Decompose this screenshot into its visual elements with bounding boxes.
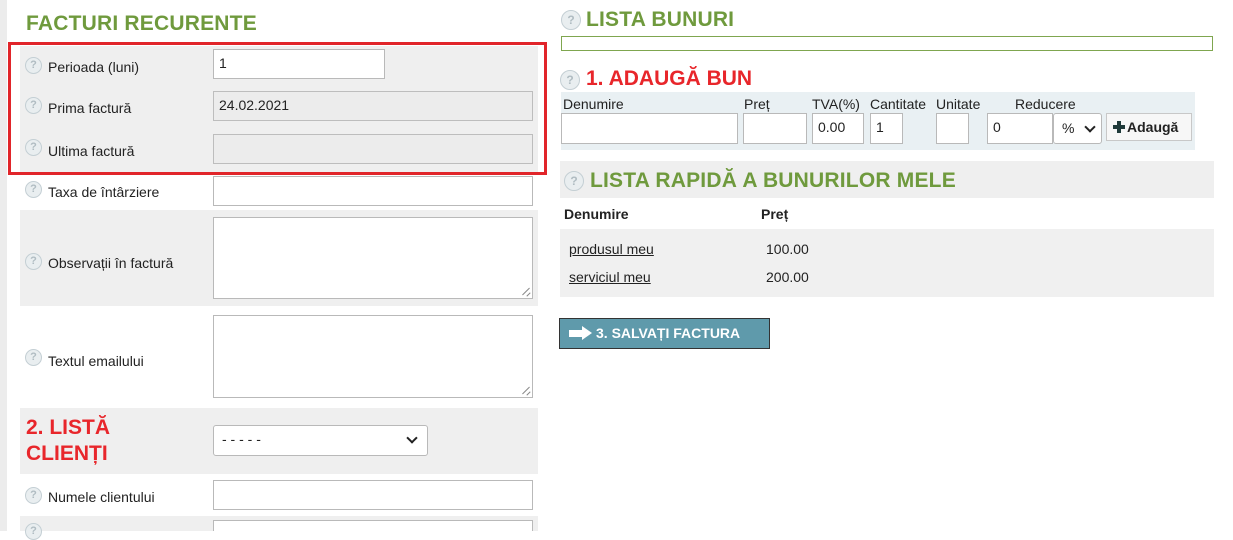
- help-icon[interactable]: ?: [561, 10, 581, 30]
- client-name-input[interactable]: [213, 480, 533, 510]
- good-vat-input[interactable]: 0.00: [812, 113, 864, 144]
- next-input[interactable]: [213, 520, 533, 531]
- discount-type-value: %: [1062, 120, 1075, 136]
- good-name-input[interactable]: [561, 113, 738, 144]
- help-icon[interactable]: ?: [25, 523, 42, 540]
- notes-label: Observații în factură: [48, 255, 174, 271]
- quick-list-title: LISTA RAPIDĂ A BUNURILOR MELE: [590, 169, 956, 192]
- help-icon[interactable]: ?: [564, 171, 584, 191]
- add-good-title: 1. ADAUGĂ BUN: [586, 67, 753, 90]
- clients-title-line2: CLIENȚI: [26, 442, 108, 465]
- resize-grip-icon[interactable]: [521, 386, 530, 395]
- plus-icon: [1113, 121, 1125, 133]
- highlight-box: [8, 42, 547, 175]
- help-icon[interactable]: ?: [560, 70, 580, 90]
- add-good-button[interactable]: Adaugă: [1106, 113, 1192, 141]
- client-select-value: - - - - -: [222, 431, 261, 447]
- goods-list-bar: [561, 36, 1213, 51]
- quick-item-link[interactable]: serviciul meu: [569, 269, 651, 285]
- good-discount-input[interactable]: 0: [987, 113, 1053, 144]
- col-qty-label: Cantitate: [870, 96, 927, 112]
- good-qty-input[interactable]: 1: [870, 113, 903, 144]
- quick-item-price: 200.00: [766, 269, 809, 285]
- arrow-right-icon: [569, 326, 593, 340]
- chevron-down-icon: [406, 432, 418, 444]
- left-edge-bar: [0, 0, 7, 531]
- discount-type-select[interactable]: %: [1053, 113, 1102, 144]
- good-unit-input[interactable]: [936, 113, 969, 144]
- quick-item-price: 100.00: [766, 241, 809, 257]
- save-invoice-button[interactable]: 3. SALVAȚI FACTURA: [559, 318, 770, 349]
- resize-grip-icon[interactable]: [521, 287, 530, 296]
- notes-textarea[interactable]: [213, 217, 533, 299]
- col-price-label: Preț: [744, 96, 770, 112]
- late-fee-input[interactable]: [213, 176, 533, 206]
- email-text-textarea[interactable]: [213, 315, 533, 398]
- chevron-down-icon: [1084, 121, 1096, 133]
- save-invoice-button-label: 3. SALVAȚI FACTURA: [596, 325, 741, 341]
- client-name-label: Numele clientului: [48, 489, 155, 505]
- help-icon[interactable]: ?: [25, 181, 42, 198]
- clients-title-line1: 2. LISTĂ: [26, 416, 111, 439]
- goods-list-title: LISTA BUNURI: [586, 8, 735, 31]
- col-unit-label: Unitate: [936, 96, 981, 112]
- email-text-label: Textul emailului: [48, 353, 144, 369]
- client-select[interactable]: - - - - -: [213, 425, 428, 456]
- quick-col-price: Preț: [761, 206, 789, 222]
- col-discount-label: Reducere: [1015, 96, 1076, 112]
- good-price-input[interactable]: [743, 113, 807, 144]
- clients-title: 2. LISTĂ CLIENȚI: [26, 415, 110, 467]
- col-vat-label: TVA(%): [812, 96, 860, 112]
- col-name-label: Denumire: [563, 96, 624, 112]
- add-good-button-label: Adaugă: [1127, 119, 1179, 135]
- quick-col-name: Denumire: [564, 206, 629, 222]
- quick-list-body: [560, 229, 1214, 297]
- recurring-invoices-title: FACTURI RECURENTE: [26, 12, 257, 35]
- quick-item-link[interactable]: produsul meu: [569, 241, 654, 257]
- help-icon[interactable]: ?: [25, 487, 42, 504]
- late-fee-label: Taxa de întârziere: [48, 184, 160, 200]
- help-icon[interactable]: ?: [25, 349, 42, 366]
- help-icon[interactable]: ?: [25, 253, 42, 270]
